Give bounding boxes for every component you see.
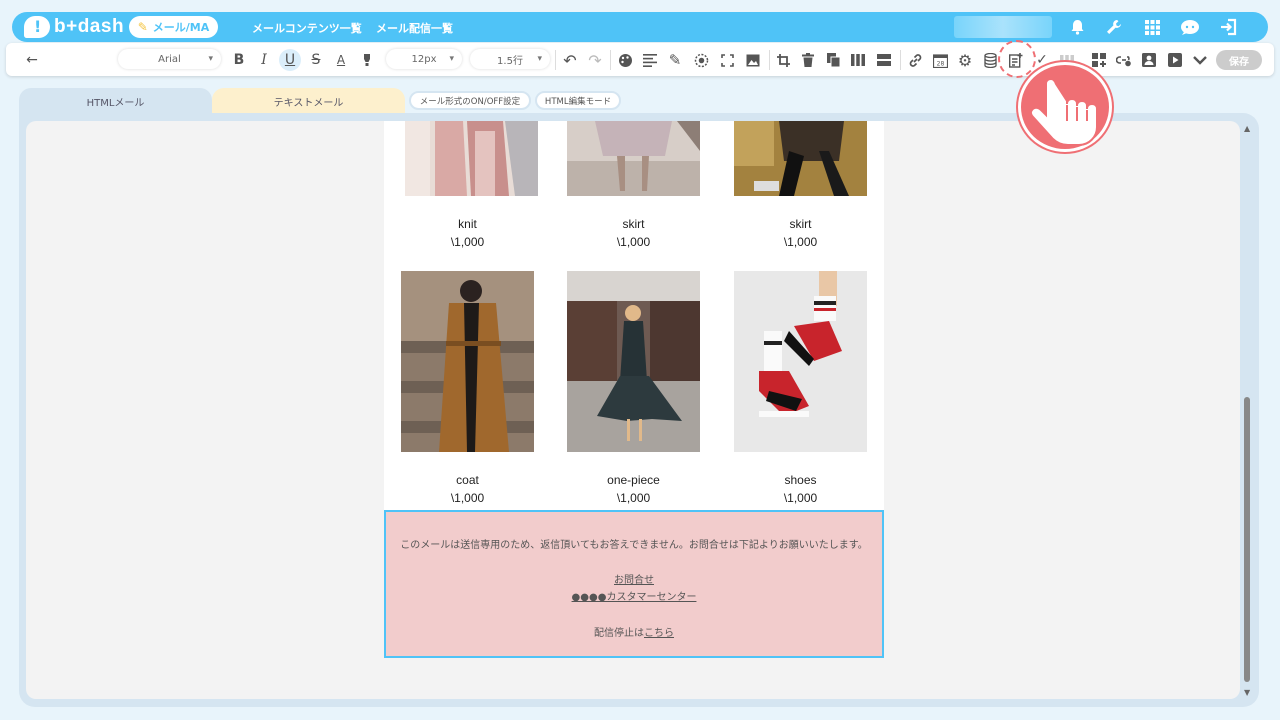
product-image-knit[interactable] [405, 121, 538, 196]
image-icon[interactable] [742, 49, 764, 71]
align-left-icon[interactable] [639, 49, 661, 71]
pointing-hand-icon [1018, 62, 1112, 152]
bold-icon[interactable]: B [228, 49, 250, 71]
footer-notice: このメールは送信専用のため、返信頂いてもお答えできません。お問合せは下記よりお願… [400, 540, 868, 551]
font-size-select[interactable]: 12px ▾ [386, 49, 462, 69]
top-navigation-bar: b+dash ✎ メール/MA メールコンテンツ一覧 メール配信一覧 [12, 12, 1268, 42]
underline-icon[interactable]: U [279, 49, 301, 71]
logo-text: b+dash [54, 16, 125, 37]
mail-body[interactable]: knit \1,000 skirt \1,000 skirt \1,000 co… [384, 121, 884, 511]
product-name: skirt [622, 217, 645, 231]
mode-label: メール/MA [152, 21, 210, 34]
link-icon[interactable] [904, 49, 926, 71]
svg-text:28: 28 [936, 60, 944, 67]
chat-support-icon[interactable] [1179, 17, 1201, 37]
mode-switch-button[interactable]: ✎ メール/MA [129, 16, 218, 38]
gears-icon[interactable]: ⚙ [954, 49, 976, 71]
product-image-coat[interactable] [401, 271, 534, 452]
italic-icon[interactable]: I [253, 49, 275, 71]
tab-html-mail[interactable]: HTMLメール [19, 88, 212, 114]
link-settings-icon[interactable] [1113, 49, 1135, 71]
product-image-skirt[interactable] [567, 121, 700, 196]
logout-icon[interactable] [1218, 17, 1240, 37]
mail-format-toggle-button[interactable]: メール形式のON/OFF設定 [409, 91, 531, 110]
chevron-down-icon: ▾ [208, 54, 213, 64]
unsubscribe-prefix: 配信停止は [594, 628, 644, 639]
scrollbar-thumb[interactable] [1244, 397, 1250, 682]
product-price: \1,000 [616, 491, 651, 505]
product-name: one-piece [607, 473, 660, 487]
product-name: skirt [789, 217, 812, 231]
font-family-select[interactable]: Arial ▾ [118, 49, 221, 69]
toolbar-divider [769, 50, 770, 70]
bell-icon[interactable] [1066, 17, 1088, 37]
tab-text-mail[interactable]: テキストメール [212, 88, 405, 114]
logo[interactable]: b+dash [24, 15, 124, 39]
scroll-down-arrow-icon[interactable]: ▼ [1244, 688, 1250, 697]
grid-menu-icon[interactable] [1141, 17, 1163, 37]
product-price: \1,000 [450, 235, 485, 249]
product-name: coat [456, 473, 479, 487]
crop-icon[interactable] [772, 49, 794, 71]
mail-footer-block[interactable]: このメールは送信専用のため、返信頂いてもお答えできません。お問合せは下記よりお願… [384, 510, 884, 658]
line-height-select[interactable]: 1.5行 ▾ [470, 49, 550, 69]
pencil-icon: ✎ [137, 20, 148, 34]
back-arrow-icon[interactable]: ← [21, 49, 43, 71]
strikethrough-icon[interactable]: S [305, 49, 327, 71]
copy-icon[interactable] [822, 49, 844, 71]
font-family-value: Arial [158, 53, 181, 65]
account-name-blurred[interactable] [954, 16, 1052, 38]
chevron-down-icon[interactable] [1189, 49, 1211, 71]
unsubscribe-link[interactable]: こちら [644, 628, 674, 639]
undo-icon[interactable]: ↶ [559, 49, 581, 71]
wrench-icon[interactable] [1103, 17, 1125, 37]
product-image-skirt[interactable] [734, 121, 867, 196]
product-price: \1,000 [783, 235, 818, 249]
chevron-down-icon: ▾ [537, 54, 542, 64]
toolbar-divider [555, 50, 556, 70]
columns-icon[interactable] [847, 49, 869, 71]
redo-icon[interactable]: ↷ [584, 49, 606, 71]
toolbar-divider [610, 50, 611, 70]
target-icon[interactable] [690, 49, 712, 71]
user-card-icon[interactable] [1138, 49, 1160, 71]
toolbar-divider [900, 50, 901, 70]
nav-mail-contents-list[interactable]: メールコンテンツ一覧 [252, 20, 362, 36]
calendar-icon[interactable]: 28 [929, 49, 951, 71]
customer-center-link[interactable]: ●●●●カスタマーセンター [572, 592, 697, 603]
product-name: knit [458, 217, 477, 231]
line-height-value: 1.5行 [497, 55, 523, 67]
fullscreen-icon[interactable] [716, 49, 738, 71]
logo-bubble-icon [24, 16, 50, 38]
product-price: \1,000 [450, 491, 485, 505]
product-price: \1,000 [783, 491, 818, 505]
contact-link[interactable]: お問合せ [614, 575, 654, 586]
html-edit-mode-button[interactable]: HTML編集モード [535, 91, 621, 110]
product-price: \1,000 [616, 235, 651, 249]
scroll-up-arrow-icon[interactable]: ▲ [1244, 124, 1250, 133]
font-color-icon[interactable]: A [330, 49, 352, 71]
product-image-shoes[interactable] [734, 271, 867, 452]
product-name: shoes [784, 473, 817, 487]
chevron-down-icon: ▾ [449, 54, 454, 64]
pen-edit-icon[interactable]: ✎ [664, 49, 686, 71]
save-button[interactable]: 保存 [1216, 50, 1262, 70]
highlight-icon[interactable] [356, 49, 378, 71]
play-video-icon[interactable] [1164, 49, 1186, 71]
product-image-one-piece[interactable] [567, 271, 700, 452]
font-size-value: 12px [411, 53, 437, 65]
trash-icon[interactable] [797, 49, 819, 71]
palette-icon[interactable] [614, 49, 636, 71]
rows-icon[interactable] [873, 49, 895, 71]
nav-mail-delivery-list[interactable]: メール配信一覧 [376, 20, 453, 36]
